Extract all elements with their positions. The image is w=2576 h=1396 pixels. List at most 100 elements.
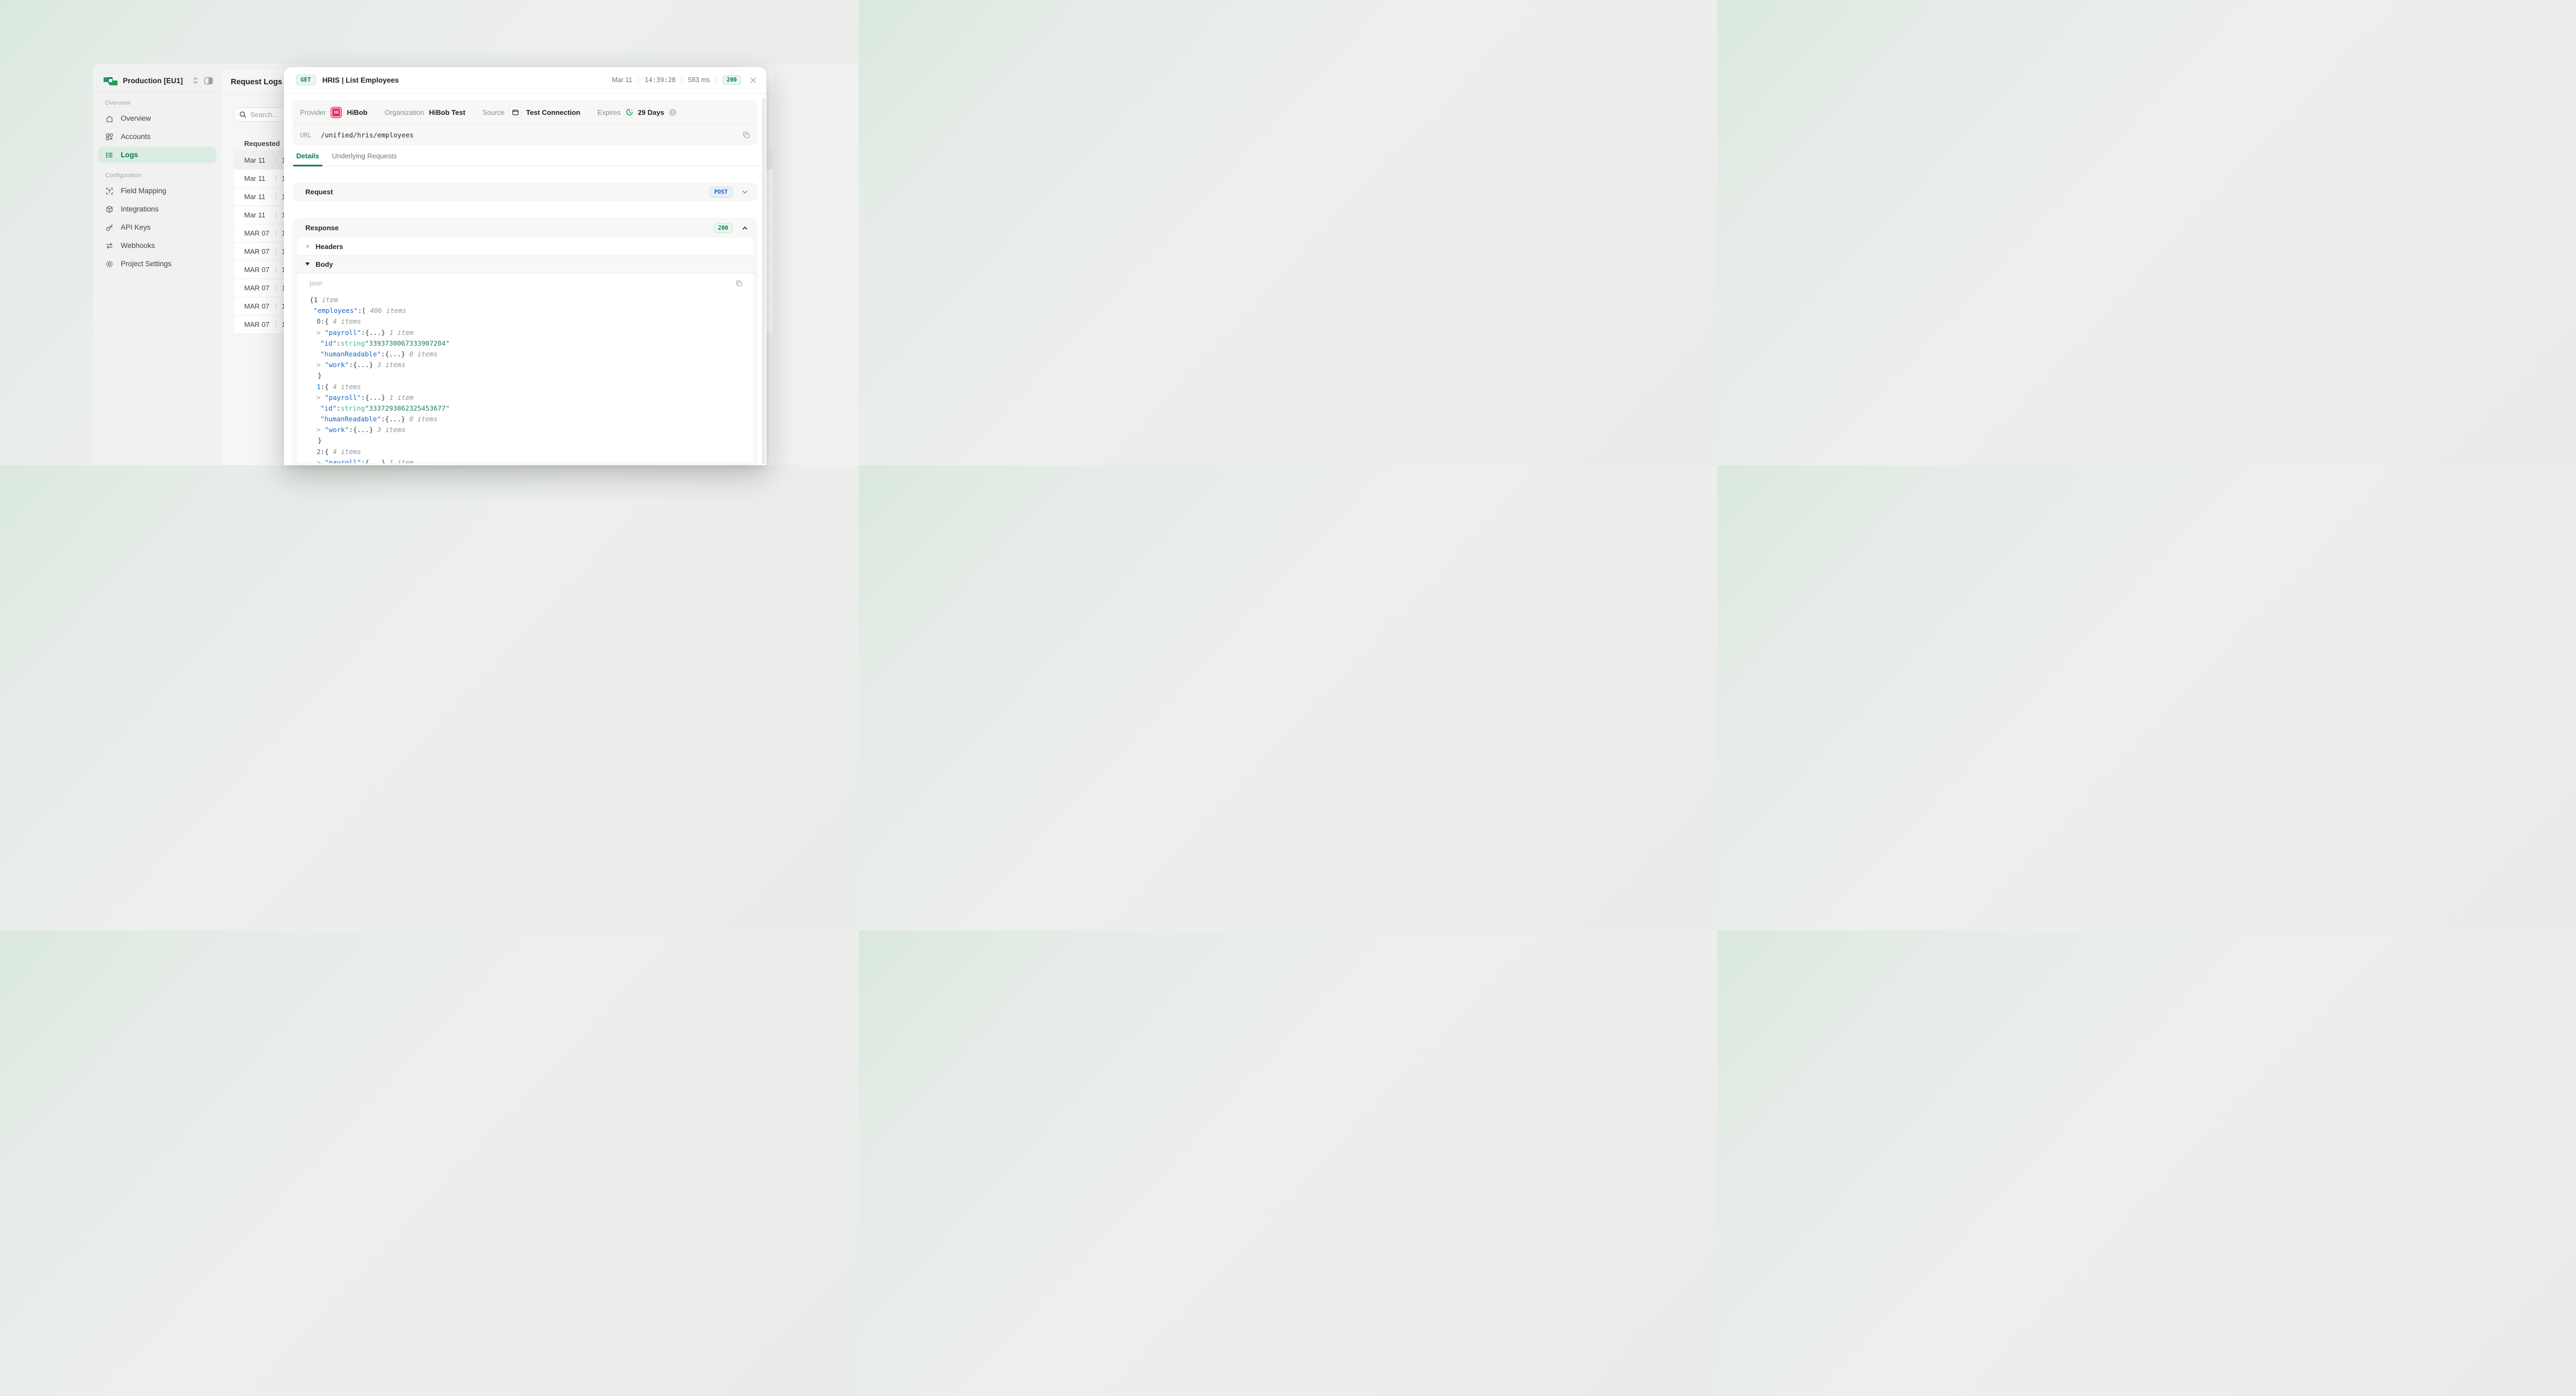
workspace-switcher[interactable]: Production [EU1]	[93, 69, 222, 92]
chevron-down-icon[interactable]	[742, 189, 748, 195]
url-label: URL	[300, 131, 312, 139]
modal-scrollbar[interactable]	[762, 98, 765, 464]
sidebar-item-integrations[interactable]: Integrations	[98, 201, 216, 217]
json-expand-chevron-icon[interactable]: >	[317, 458, 325, 463]
meta-value: HiBob Test	[429, 108, 465, 116]
log-duration: 583 ms	[688, 76, 710, 84]
method-badge: GET	[296, 75, 316, 85]
log-row-date: MAR 07	[244, 320, 270, 328]
log-row-date: Mar 11	[244, 156, 270, 164]
json-line: > "work":{...} 3 items	[310, 360, 743, 370]
chevron-up-icon[interactable]	[742, 225, 748, 231]
json-line: "employees":[ 406 items	[310, 305, 743, 316]
tab-underlying-requests[interactable]: Underlying Requests	[332, 152, 397, 166]
sidebar-item-field-mapping[interactable]: Field Mapping	[98, 182, 216, 199]
json-language-label: json	[310, 280, 322, 287]
json-line: {1 item	[310, 295, 743, 305]
json-expand-chevron-icon[interactable]: >	[317, 393, 325, 401]
copy-json-icon[interactable]	[735, 280, 743, 287]
log-row-date: MAR 07	[244, 302, 270, 310]
sidebar-item-project-settings[interactable]: Project Settings	[98, 255, 216, 272]
meta-value: HiBob	[347, 108, 367, 116]
logs-icon	[105, 151, 114, 159]
accounts-icon	[105, 133, 114, 141]
json-line: 0:{ 4 items	[310, 316, 743, 327]
log-row-date: Mar 11	[244, 193, 270, 201]
response-accordion-header[interactable]: Response 200	[297, 218, 753, 238]
workspace-select-chevrons-icon[interactable]	[192, 76, 199, 85]
tab-details[interactable]: Details	[296, 152, 319, 166]
headers-label: Headers	[316, 243, 343, 251]
info-icon[interactable]: i	[669, 109, 676, 116]
sidebar: Production [EU1] OverviewOverviewAccount…	[93, 64, 222, 465]
stackone-logo-icon	[104, 76, 118, 85]
test-connection-window-icon	[509, 106, 521, 118]
meta-expires: Expires29 Daysi	[597, 108, 676, 116]
json-viewer: json {1 item"employees":[ 406 items0:{ 4…	[297, 273, 753, 463]
json-line: "humanReadable":{...} 0 items	[310, 414, 743, 425]
json-expand-chevron-icon[interactable]: >	[317, 328, 325, 337]
json-line: }	[310, 435, 743, 446]
meta-value: 29 Days	[638, 108, 664, 116]
json-line: > "payroll":{...} 1 item	[310, 457, 743, 463]
json-line: "id":string"3393730067333907204"	[310, 338, 743, 349]
field-mapping-icon	[105, 187, 114, 195]
json-expand-chevron-icon[interactable]: >	[317, 361, 325, 369]
expiry-clock-icon	[626, 108, 633, 116]
integrations-icon	[105, 205, 114, 214]
close-icon[interactable]	[750, 77, 757, 84]
search-icon	[239, 111, 246, 118]
detail-tabs: Details Underlying Requests	[284, 152, 766, 166]
sidebar-item-accounts[interactable]: Accounts	[98, 128, 216, 145]
log-info-panel: ProviderHiHiBobOrganizationHiBob TestSou…	[292, 100, 758, 145]
url-row: URL /unified/hris/employees	[292, 125, 758, 145]
json-line: > "payroll":{...} 1 item	[310, 392, 743, 403]
sidebar-item-label: Integrations	[121, 205, 159, 213]
modal-header: GET HRIS | List Employees Mar 11 14:39:2…	[284, 67, 766, 93]
response-headers-row[interactable]: Headers	[297, 238, 753, 255]
sidebar-item-label: Accounts	[121, 133, 151, 141]
sidebar-item-api-keys[interactable]: API Keys	[98, 219, 216, 236]
sidebar-collapse-icon[interactable]	[204, 77, 213, 85]
json-line: 1:{ 4 items	[310, 382, 743, 392]
log-row-date: MAR 07	[244, 266, 270, 274]
log-date: Mar 11	[612, 76, 632, 84]
request-accordion[interactable]: Request POST	[292, 182, 758, 201]
json-tree: {1 item"employees":[ 406 items0:{ 4 item…	[310, 295, 743, 463]
sidebar-section-label: Configuration	[98, 172, 216, 179]
copy-url-icon[interactable]	[742, 131, 750, 139]
project-settings-icon	[105, 260, 114, 268]
json-line: }	[310, 370, 743, 381]
json-line: 2:{ 4 items	[310, 447, 743, 457]
sidebar-nav: OverviewOverviewAccountsLogsConfiguratio…	[93, 93, 222, 272]
request-label: Request	[305, 188, 333, 196]
json-expand-chevron-icon[interactable]: >	[317, 426, 325, 434]
log-row-date: Mar 11	[244, 211, 270, 219]
status-badge: 200	[722, 75, 741, 85]
sidebar-item-logs[interactable]: Logs	[98, 147, 216, 163]
log-time: 14:39:28	[645, 76, 676, 84]
sidebar-item-overview[interactable]: Overview	[98, 110, 216, 127]
response-label: Response	[305, 224, 339, 232]
home-icon	[105, 114, 114, 123]
sidebar-item-label: Webhooks	[121, 242, 155, 250]
response-body-row[interactable]: Body	[297, 255, 753, 273]
meta-provider: ProviderHiHiBob	[300, 107, 368, 118]
meta-organization: OrganizationHiBob Test	[385, 108, 465, 116]
meta-source: SourceTest Connection	[482, 106, 580, 118]
log-row-date: MAR 07	[244, 284, 270, 292]
json-line: > "work":{...} 3 items	[310, 425, 743, 435]
request-method-badge: POST	[709, 187, 733, 198]
meta-label: Source	[482, 108, 504, 116]
response-accordion: Response 200 Headers Body	[292, 218, 758, 465]
api-keys-icon	[105, 223, 114, 232]
response-body-panel: Headers Body json {1 item"employees":[ 4…	[297, 238, 753, 463]
log-meta-row: ProviderHiHiBobOrganizationHiBob TestSou…	[292, 100, 758, 125]
detail-content: Request POST Response 200	[284, 166, 766, 465]
triangle-down-icon	[305, 262, 310, 266]
sidebar-item-webhooks[interactable]: Webhooks	[98, 237, 216, 254]
json-line: > "payroll":{...} 1 item	[310, 327, 743, 338]
hibob-logo-icon: Hi	[331, 107, 342, 118]
webhooks-icon	[105, 242, 114, 250]
triangle-right-icon	[306, 244, 310, 248]
